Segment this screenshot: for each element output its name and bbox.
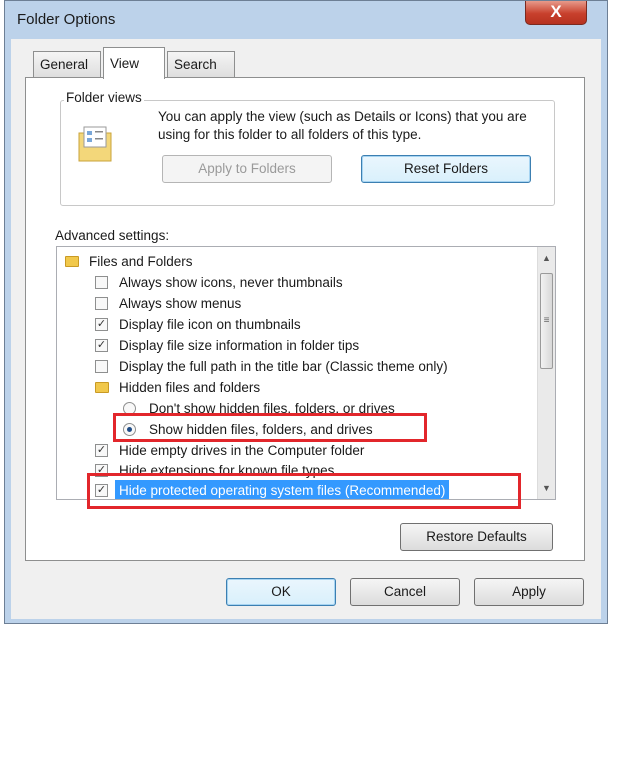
close-button[interactable]: X	[525, 1, 587, 25]
scroll-up-arrow-icon[interactable]: ▲	[538, 249, 555, 267]
folder-icon	[95, 382, 109, 393]
folder-views-description: You can apply the view (such as Details …	[158, 109, 527, 142]
restore-defaults-button[interactable]: Restore Defaults	[400, 523, 553, 551]
advanced-settings-label: Advanced settings:	[55, 228, 170, 243]
highlight-box-protected-files	[87, 473, 521, 509]
checkbox-checked[interactable]: ✓	[95, 444, 108, 457]
ok-button[interactable]: OK	[226, 578, 336, 606]
checkbox[interactable]	[95, 360, 108, 373]
checkbox-checked[interactable]: ✓	[95, 339, 108, 352]
folder-views-label: Folder views	[64, 90, 144, 105]
scroll-thumb[interactable]: ≡	[540, 273, 553, 369]
list-scrollbar[interactable]: ▲ ≡ ▼	[537, 247, 555, 499]
apply-to-folders-button[interactable]: Apply to Folders	[162, 155, 332, 183]
cancel-button[interactable]: Cancel	[350, 578, 460, 606]
checkbox-checked[interactable]: ✓	[95, 318, 108, 331]
list-item-label: Always show icons, never thumbnails	[119, 275, 343, 290]
list-item-label: Always show menus	[119, 296, 242, 311]
reset-folders-button[interactable]: Reset Folders	[361, 155, 531, 183]
highlight-box-show-hidden	[113, 413, 427, 442]
tab-view[interactable]: View	[103, 47, 165, 79]
close-icon: X	[550, 2, 562, 21]
list-item-label: Hide empty drives in the Computer folder	[119, 443, 365, 458]
folder-views-icon	[78, 125, 112, 163]
advanced-settings-list[interactable]: Files and Folders Always show icons, nev…	[56, 246, 556, 500]
list-item-label: Display the full path in the title bar (…	[119, 359, 448, 374]
list-item-label: Display file icon on thumbnails	[119, 317, 301, 332]
apply-button[interactable]: Apply	[474, 578, 584, 606]
list-item-label: Display file size information in folder …	[119, 338, 360, 353]
folder-icon	[65, 256, 79, 267]
list-item-label: Hidden files and folders	[119, 380, 261, 395]
window-title: Folder Options	[17, 11, 116, 28]
checkbox[interactable]	[95, 297, 108, 310]
list-item-label: Files and Folders	[89, 254, 193, 269]
tab-general[interactable]: General	[33, 51, 101, 77]
tab-search[interactable]: Search	[167, 51, 235, 77]
scroll-down-arrow-icon[interactable]: ▼	[538, 479, 555, 497]
checkbox[interactable]	[95, 276, 108, 289]
title-bar[interactable]: Folder Options X	[5, 1, 607, 39]
